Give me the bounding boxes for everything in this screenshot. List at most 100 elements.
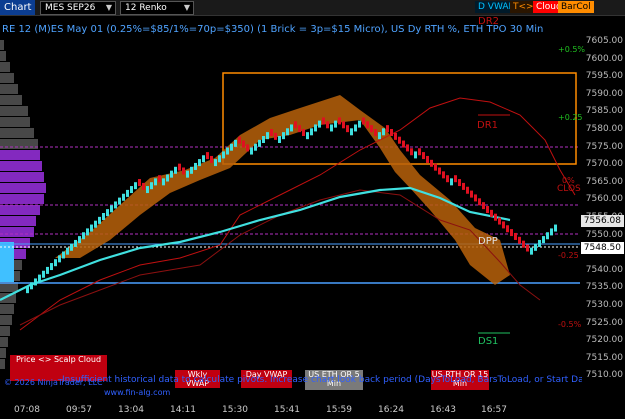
renko-brick: [94, 220, 97, 228]
renko-brick: [446, 175, 449, 183]
renko-brick: [502, 221, 505, 229]
price-axis-label: 7585.00: [585, 106, 623, 117]
renko-brick: [474, 194, 477, 202]
tpo-bar: [0, 40, 4, 50]
renko-brick: [218, 155, 221, 163]
renko-brick: [294, 121, 297, 129]
renko-brick: [526, 244, 529, 252]
renko-brick: [226, 147, 229, 155]
price-axis-label: 7535.00: [585, 282, 623, 293]
renko-brick: [102, 213, 105, 220]
pct-label: -0.25: [558, 251, 579, 260]
renko-brick: [438, 167, 441, 175]
renko-brick: [118, 197, 121, 205]
renko-brick: [254, 143, 257, 151]
renko-brick: [290, 124, 293, 132]
time-axis-label: 07:08: [14, 405, 40, 415]
renko-brick: [134, 182, 137, 190]
tpo-bar: [0, 84, 18, 94]
renko-brick: [74, 239, 77, 247]
price-scalp-label: Price <> Scalp Cloud: [15, 355, 102, 364]
barcol-toggle-button[interactable]: BarCol: [558, 1, 594, 13]
renko-brick: [374, 129, 377, 136]
renko-brick: [186, 170, 189, 178]
renko-brick: [466, 186, 469, 194]
renko-brick: [246, 144, 249, 152]
renko-brick: [378, 132, 381, 140]
renko-brick: [230, 143, 233, 151]
renko-brick: [266, 132, 269, 140]
renko-brick: [154, 178, 157, 186]
renko-brick: [302, 129, 305, 136]
level-label-dr1: DR1: [477, 120, 498, 131]
renko-brick: [278, 136, 281, 143]
renko-brick: [410, 148, 413, 156]
renko-brick: [202, 155, 205, 163]
time-axis-label: 15:59: [326, 405, 352, 415]
renko-brick: [282, 132, 285, 140]
bar-type-select[interactable]: 12 Renko ▼: [120, 1, 194, 15]
renko-brick: [398, 136, 401, 144]
renko-brick: [330, 124, 333, 132]
tpo-bar: [0, 106, 28, 116]
renko-brick: [114, 201, 117, 209]
renko-brick: [506, 225, 509, 233]
tpo-bar: [0, 348, 6, 358]
price-axis-label: 7580.00: [585, 124, 623, 134]
tpo-bar: [0, 73, 14, 83]
tpo-bar: [0, 194, 44, 204]
renko-brick: [194, 162, 197, 170]
renko-brick: [370, 125, 373, 133]
tpo-bar: [0, 337, 8, 347]
instrument-label: MES SEP26: [45, 3, 96, 13]
tpo-bar: [0, 62, 10, 72]
renko-brick: [262, 136, 265, 143]
renko-brick: [26, 286, 29, 294]
renko-brick: [338, 117, 341, 125]
renko-brick: [530, 247, 533, 255]
price-axis-label: 7540.00: [585, 264, 623, 275]
renko-brick: [458, 179, 461, 187]
renko-brick: [142, 182, 145, 190]
price-axis-label: 7600.00: [585, 53, 623, 64]
price-axis[interactable]: 7605.00 7600.00 7595.00 7590.00 7585.00 7580.…: [579, 16, 625, 402]
renko-brick: [346, 125, 349, 133]
tpo-bar: [0, 315, 12, 325]
renko-brick: [198, 159, 201, 167]
tpo-bar: [0, 150, 40, 160]
level-label-clos: CLOS: [557, 184, 581, 194]
renko-brick: [238, 136, 241, 144]
time-axis-label: 15:30: [222, 405, 248, 415]
renko-brick: [250, 147, 253, 155]
tpo-bar: [0, 205, 40, 215]
instrument-select[interactable]: MES SEP26 ▼: [40, 1, 116, 15]
tpo-poc: [0, 242, 14, 282]
price-axis-label: 7525.00: [585, 317, 623, 328]
renko-brick: [326, 121, 329, 129]
renko-brick: [234, 139, 237, 147]
renko-brick: [110, 205, 113, 213]
time-axis-label: 16:57: [481, 405, 507, 415]
renko-brick: [390, 129, 393, 136]
renko-brick: [174, 166, 177, 174]
price-axis-label: 7530.00: [585, 300, 623, 310]
renko-brick: [182, 167, 185, 175]
price-axis-label: 7520.00: [585, 335, 623, 346]
renko-brick: [162, 178, 165, 186]
renko-brick: [222, 151, 225, 159]
renko-brick: [306, 132, 309, 140]
renko-brick: [546, 232, 549, 240]
bar-type-label: 12 Renko: [125, 3, 167, 13]
time-axis-label: 16:24: [378, 405, 404, 415]
renko-brick: [178, 163, 181, 171]
renko-brick: [350, 128, 353, 136]
renko-brick: [522, 240, 525, 248]
time-axis-label: 13:04: [118, 405, 144, 415]
price-axis-label: 7560.00: [585, 194, 623, 205]
tpo-bar: [0, 95, 22, 105]
renko-brick: [130, 186, 133, 194]
renko-brick: [214, 159, 217, 167]
renko-brick: [510, 229, 513, 237]
renko-brick: [518, 236, 521, 244]
tpo-bar: [0, 227, 34, 237]
